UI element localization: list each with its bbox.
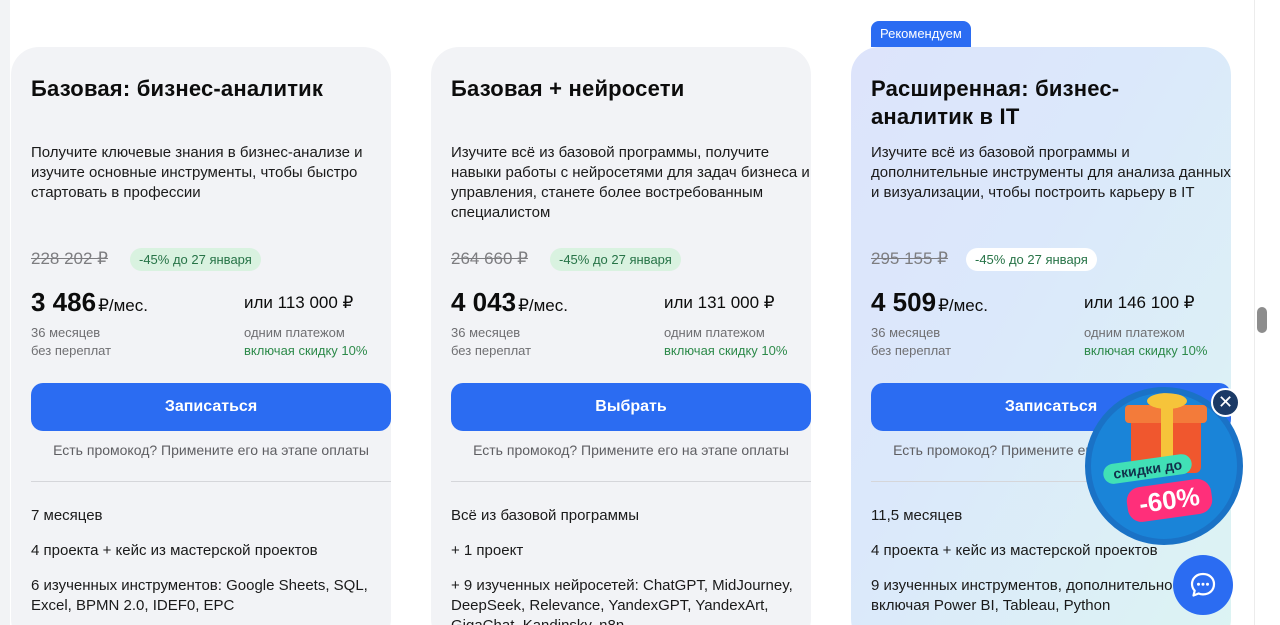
discount-badge: -45% до 27 января (130, 248, 261, 271)
installment-terms: 36 месяцев без переплат (451, 324, 531, 360)
feature-item: + 1 проект (451, 542, 524, 559)
plan-title: Базовая + нейросети (451, 76, 685, 101)
close-icon[interactable]: ✕ (1211, 388, 1240, 417)
one-payment-discount: включая скидку 10% (664, 343, 788, 358)
price-value: 4 043 (451, 287, 517, 317)
plan-card-basic: Базовая: бизнес-аналитик Получите ключев… (11, 47, 391, 625)
plan-card-ai: Базовая + нейросети Изучите всё из базов… (431, 47, 811, 625)
feature-item: 4 проекта + кейс из мастерской проектов (871, 542, 1158, 559)
one-payment-label: одним платежом (664, 325, 765, 340)
discount-badge: -45% до 27 января (550, 248, 681, 271)
choose-button[interactable]: Выбрать (451, 383, 811, 431)
feature-item: 7 месяцев (31, 507, 103, 524)
price-unit: ₽/мес. (938, 296, 988, 315)
feature-item: + 9 изученных нейросетей: ChatGPT, MidJo… (451, 577, 793, 625)
divider (451, 481, 811, 482)
term-months: 36 месяцев (451, 325, 521, 340)
one-payment-note: одним платежом включая скидку 10% (1084, 324, 1207, 360)
discount-badge: -45% до 27 января (966, 248, 1097, 271)
installment-terms: 36 месяцев без переплат (871, 324, 951, 360)
full-price: или 146 100 ₽ (1084, 293, 1195, 312)
divider (31, 481, 391, 482)
plan-description: Получите ключевые знания в бизнес-анализ… (31, 144, 363, 201)
plan-description: Изучите всё из базовой программы, получи… (451, 144, 810, 221)
full-price: или 113 000 ₽ (244, 293, 354, 312)
recommended-badge: Рекомендуем (871, 21, 971, 47)
one-payment-discount: включая скидку 10% (1084, 343, 1208, 358)
one-payment-label: одним платежом (1084, 325, 1185, 340)
price-unit: ₽/мес. (518, 296, 568, 315)
enroll-button[interactable]: Записаться (31, 383, 391, 431)
page-edge-left (0, 0, 10, 625)
term-months: 36 месяцев (871, 325, 941, 340)
promo-code-note: Есть промокод? Примените его на этапе оп… (53, 442, 369, 458)
monthly-price: 4 509 ₽/мес. (871, 287, 988, 321)
old-price: 264 660 ₽ (451, 249, 528, 268)
one-payment-note: одним платежом включая скидку 10% (244, 324, 367, 360)
monthly-price: 4 043 ₽/мес. (451, 287, 568, 321)
term-no-overpay: без переплат (451, 343, 532, 358)
chat-button[interactable] (1173, 555, 1233, 615)
price-value: 3 486 (31, 287, 97, 317)
term-no-overpay: без переплат (871, 343, 952, 358)
plan-description: Изучите всё из базовой программы и допол… (871, 144, 1231, 201)
installment-terms: 36 месяцев без переплат (31, 324, 111, 360)
feature-item: Всё из базовой программы (451, 507, 639, 524)
feature-item: 4 проекта + кейс из мастерской проектов (31, 542, 318, 559)
old-price: 295 155 ₽ (871, 249, 948, 268)
monthly-price: 3 486 ₽/мес. (31, 287, 148, 321)
promo-code-note: Есть промокод? Примените его на этапе оп… (473, 442, 789, 458)
one-payment-discount: включая скидку 10% (244, 343, 368, 358)
old-price: 228 202 ₽ (31, 249, 108, 268)
plan-title: Расширенная: бизнес-аналитик в IT (871, 76, 1120, 129)
full-price: или 131 000 ₽ (664, 293, 775, 312)
chat-bubble-icon (1190, 572, 1216, 597)
term-no-overpay: без переплат (31, 343, 112, 358)
price-unit: ₽/мес. (98, 296, 148, 315)
one-payment-note: одним платежом включая скидку 10% (664, 324, 787, 360)
plan-title: Базовая: бизнес-аналитик (31, 76, 324, 101)
price-value: 4 509 (871, 287, 937, 317)
one-payment-label: одним платежом (244, 325, 345, 340)
sale-percent: -60% (1124, 477, 1214, 524)
term-months: 36 месяцев (31, 325, 101, 340)
feature-item: 6 изученных инструментов: Google Sheets,… (31, 577, 368, 614)
scrollbar-thumb[interactable] (1257, 307, 1267, 333)
